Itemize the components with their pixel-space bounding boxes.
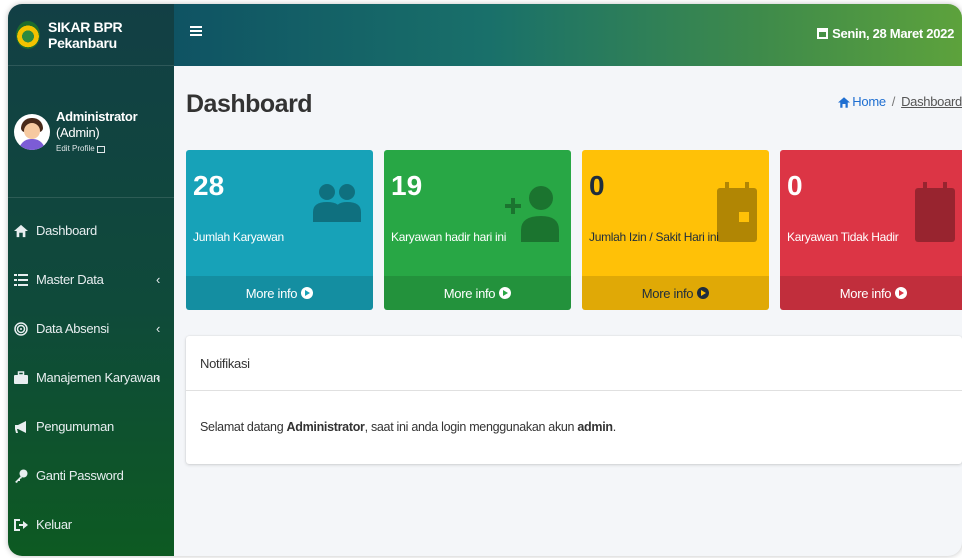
- breadcrumb-home-label: Home: [852, 94, 886, 109]
- sidebar-item-keluar[interactable]: Keluar: [8, 500, 174, 549]
- more-info-label: More info: [839, 285, 892, 301]
- key-icon: [14, 469, 28, 483]
- home-icon: [838, 96, 851, 108]
- sidebar-item-label: Dashboard: [36, 223, 97, 238]
- stat-value: 19: [391, 170, 423, 201]
- bullhorn-icon: [14, 420, 28, 434]
- users-icon: [313, 182, 361, 227]
- avatar: [14, 113, 50, 150]
- sidebar-item-label: Data Absensi: [36, 321, 110, 336]
- page-title: Dashboard: [186, 90, 313, 118]
- notification-text-after: .: [612, 420, 617, 434]
- brand-link[interactable]: SIKAR BPR Pekanbaru: [8, 4, 174, 66]
- sidebar-item-ganti-password[interactable]: Ganti Password: [8, 451, 174, 500]
- notification-text-before: Selamat datang: [200, 420, 287, 434]
- stat-label: Jumlah Izin / Sakit Hari ini: [589, 230, 719, 244]
- notification-card: Notifikasi Selamat datang Administrator,…: [186, 336, 962, 464]
- stat-label: Jumlah Karyawan: [193, 230, 284, 244]
- notification-title: Notifikasi: [186, 336, 962, 391]
- edit-profile-label: Edit Profile: [56, 144, 95, 154]
- stat-value: 28: [193, 170, 225, 201]
- fingerprint-icon: [14, 321, 28, 336]
- notification-account: admin: [577, 420, 613, 434]
- calendar-icon: [817, 28, 829, 39]
- chevron-left-icon: ‹: [155, 321, 160, 336]
- sidebar-item-pengumuman[interactable]: Pengumuman: [8, 402, 174, 451]
- sidebar-item-master-data[interactable]: Master Data ‹: [8, 255, 174, 304]
- user-plus-icon: [505, 182, 559, 247]
- stat-label: Karyawan Tidak Hadir: [787, 230, 899, 244]
- edit-profile-link[interactable]: Edit Profile: [56, 144, 137, 154]
- arrow-circle-right-icon: [301, 287, 314, 299]
- more-info-label: More info: [641, 285, 694, 301]
- stat-box-izin-sakit: 0 Jumlah Izin / Sakit Hari ini More info: [582, 150, 769, 310]
- more-info-link[interactable]: More info: [186, 276, 373, 310]
- more-info-label: More info: [245, 285, 298, 301]
- sidebar-nav: Dashboard Master Data ‹ Data Absensi ‹ M…: [8, 198, 174, 549]
- menu-toggle-icon[interactable]: [190, 26, 202, 36]
- sidebar-item-label: Manajemen Karyawan: [36, 370, 160, 385]
- breadcrumb-home[interactable]: Home: [838, 94, 886, 109]
- more-info-link[interactable]: More info: [780, 276, 962, 310]
- breadcrumb: Home / Dashboard: [838, 94, 962, 109]
- notification-text-middle: , saat ini anda login menggunakan akun: [364, 420, 578, 434]
- app-window: SIKAR BPR Pekanbaru Administrator (Admin…: [8, 4, 962, 556]
- sidebar-item-manajemen-karyawan[interactable]: Manajemen Karyawan ‹: [8, 353, 174, 402]
- arrow-circle-right-icon: [697, 287, 710, 299]
- calendar-day-icon: [717, 182, 757, 247]
- sign-out-icon: [14, 518, 28, 532]
- brand-logo-icon: [16, 20, 41, 49]
- sidebar-item-label: Master Data: [36, 272, 104, 287]
- date-text: Senin, 28 Maret 2022: [832, 26, 954, 41]
- stat-value: 0: [787, 170, 803, 201]
- more-info-link[interactable]: More info: [384, 276, 571, 310]
- more-info-label: More info: [443, 285, 496, 301]
- user-panel: Administrator (Admin) Edit Profile: [8, 66, 174, 198]
- arrow-circle-right-icon: [499, 287, 512, 299]
- stat-box-karyawan-hadir: 19 Karyawan hadir hari ini More info: [384, 150, 571, 310]
- sidebar-item-label: Keluar: [36, 517, 72, 532]
- home-icon: [14, 224, 28, 238]
- calendar-icon: [915, 182, 955, 247]
- sidebar: SIKAR BPR Pekanbaru Administrator (Admin…: [8, 4, 174, 556]
- sidebar-item-label: Ganti Password: [36, 468, 124, 483]
- sidebar-item-label: Pengumuman: [36, 419, 114, 434]
- stat-label: Karyawan hadir hari ini: [391, 230, 507, 244]
- briefcase-icon: [14, 370, 28, 385]
- breadcrumb-current[interactable]: Dashboard: [901, 94, 962, 109]
- content: Dashboard Home / Dashboard 28 Jumlah Kar…: [174, 66, 962, 556]
- brand-name: SIKAR BPR Pekanbaru: [48, 18, 123, 51]
- stat-box-jumlah-karyawan: 28 Jumlah Karyawan More info: [186, 150, 373, 310]
- sidebar-item-data-absensi[interactable]: Data Absensi ‹: [8, 304, 174, 353]
- date-display: Senin, 28 Maret 2022: [817, 26, 954, 41]
- breadcrumb-separator: /: [891, 94, 896, 109]
- topbar: Senin, 28 Maret 2022: [174, 4, 962, 66]
- list-icon: [14, 273, 28, 287]
- stat-value: 0: [589, 170, 605, 201]
- more-info-link[interactable]: More info: [582, 276, 769, 310]
- notification-user: Administrator: [286, 420, 365, 434]
- sidebar-item-dashboard[interactable]: Dashboard: [8, 206, 174, 255]
- edit-icon: [96, 145, 105, 153]
- user-name: Administrator: [56, 109, 138, 125]
- notification-body: Selamat datang Administrator, saat ini a…: [186, 391, 962, 463]
- user-role: (Admin): [56, 124, 100, 140]
- chevron-left-icon: ‹: [155, 272, 160, 287]
- stat-box-tidak-hadir: 0 Karyawan Tidak Hadir More info: [780, 150, 962, 310]
- chevron-left-icon: ‹: [155, 370, 160, 385]
- arrow-circle-right-icon: [895, 287, 908, 299]
- stat-boxes: 28 Jumlah Karyawan More info 19 Karyawan…: [186, 150, 962, 310]
